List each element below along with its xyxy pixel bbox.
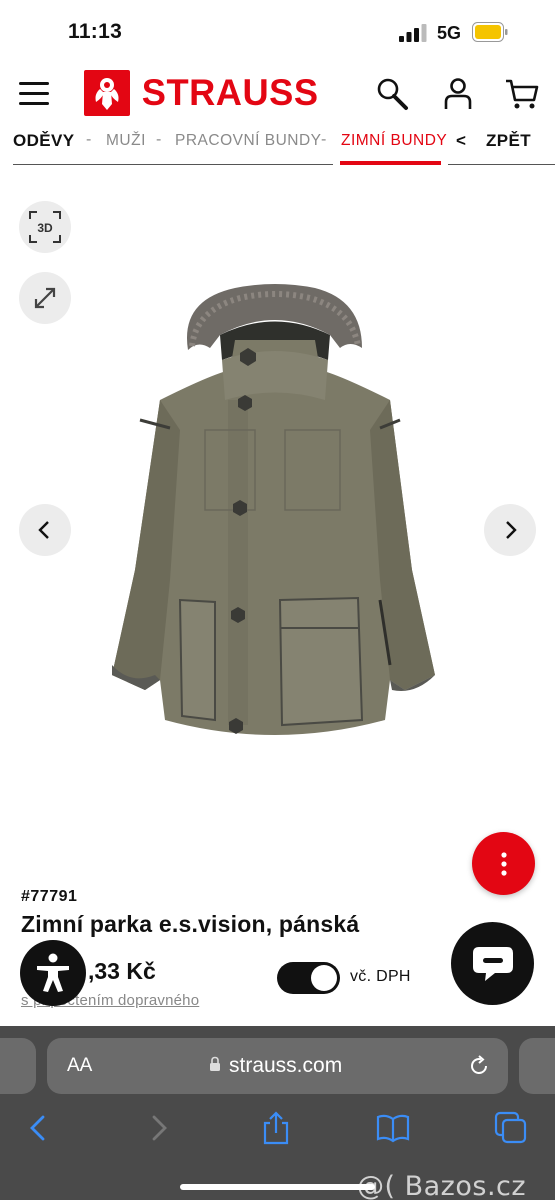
breadcrumb-separator: - (86, 131, 92, 148)
status-bar: 11:13 5G (0, 0, 555, 62)
breadcrumb-item-zimni-bundy[interactable]: ZIMNÍ BUNDY (341, 132, 447, 150)
chevron-right-icon (506, 521, 517, 539)
vat-toggle[interactable] (277, 962, 340, 994)
url-text: strauss.com (229, 1054, 343, 1077)
product-title: Zimní parka e.s.vision, pánská (21, 911, 360, 937)
expand-icon (34, 287, 56, 309)
back-icon[interactable] (22, 1111, 56, 1145)
previous-tab-peek[interactable] (0, 1038, 36, 1094)
user-account-icon[interactable] (440, 76, 476, 112)
address-bar[interactable]: AA strauss.com (47, 1038, 508, 1094)
forward-icon[interactable] (141, 1111, 175, 1145)
lock-icon (210, 1056, 220, 1071)
battery-icon (472, 22, 508, 42)
product-image (112, 284, 435, 735)
bazos-watermark: @( Bazos.cz (357, 1171, 527, 1200)
bookmarks-icon[interactable] (376, 1111, 410, 1145)
site-header: STRAUSS (0, 62, 555, 126)
vertical-dots-icon (500, 851, 507, 876)
accessibility-icon (37, 953, 69, 992)
logo-text: STRAUSS (141, 72, 319, 113)
next-image-button[interactable] (484, 504, 536, 556)
chat-button[interactable] (451, 922, 534, 1005)
breadcrumb-underline (13, 164, 333, 165)
status-time: 11:13 (68, 20, 123, 43)
home-indicator (180, 1184, 375, 1190)
3d-view-icon: 3D (29, 211, 61, 243)
cellular-signal-icon (399, 24, 427, 42)
strauss-logo[interactable]: STRAUSS (84, 70, 320, 116)
fullscreen-button[interactable] (19, 272, 71, 324)
vat-label: vč. DPH (350, 968, 411, 985)
search-icon[interactable] (374, 76, 410, 112)
3d-label: 3D (37, 221, 53, 235)
breadcrumb-item-pracovni-bundy[interactable]: PRACOVNÍ BUNDY (175, 132, 322, 150)
breadcrumb-separator: - (321, 131, 327, 148)
more-options-button[interactable] (472, 832, 535, 895)
reload-icon[interactable] (467, 1054, 491, 1078)
product-price: ,33 Kč (88, 958, 156, 984)
chat-bubble-icon (472, 946, 513, 981)
chevron-left-icon (38, 521, 49, 539)
breadcrumb: ODĚVY - MUŽI - PRACOVNÍ BUNDY - ZIMNÍ BU… (0, 126, 555, 168)
back-arrow[interactable]: < (456, 131, 466, 151)
menu-icon[interactable] (19, 82, 49, 106)
tabs-icon[interactable] (494, 1111, 528, 1145)
share-icon[interactable] (259, 1111, 293, 1145)
accessibility-button[interactable] (20, 940, 86, 1006)
next-tab-peek[interactable] (519, 1038, 555, 1094)
view-3d-button[interactable]: 3D (19, 201, 71, 253)
browser-bottom-bar: AA strauss.com @( Bazos.cz (0, 1026, 555, 1200)
breadcrumb-item-odevy[interactable]: ODĚVY (13, 131, 75, 151)
back-underline (448, 164, 555, 165)
product-sku: #77791 (21, 888, 78, 905)
prev-image-button[interactable] (19, 504, 71, 556)
reader-settings-button[interactable]: AA (67, 1055, 92, 1077)
back-link[interactable]: ZPĚT (486, 131, 531, 151)
logo-mark-icon (84, 70, 130, 116)
breadcrumb-item-muzi[interactable]: MUŽI (106, 132, 146, 150)
breadcrumb-active-indicator (340, 161, 441, 165)
cart-icon[interactable] (504, 76, 540, 112)
network-type: 5G (437, 23, 462, 43)
breadcrumb-separator: - (156, 131, 162, 148)
